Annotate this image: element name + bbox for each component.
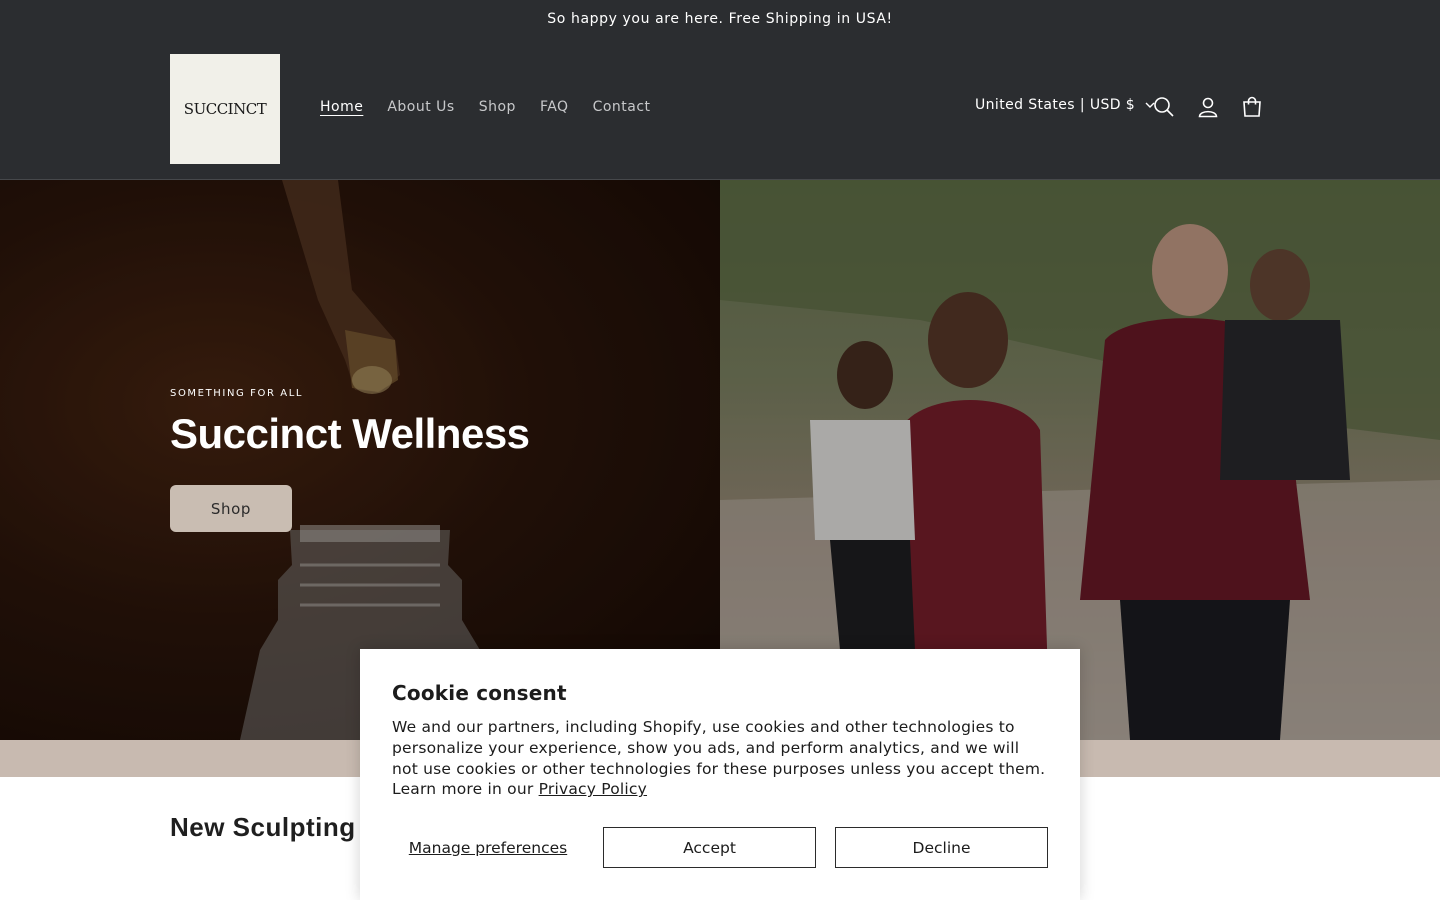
hero-eyebrow: SOMETHING FOR ALL xyxy=(170,388,304,399)
nav-contact[interactable]: Contact xyxy=(581,95,663,119)
cookie-consent-dialog: Cookie consent We and our partners, incl… xyxy=(360,649,1080,900)
account-button[interactable] xyxy=(1188,89,1228,129)
cookie-body-text: We and our partners, including Shopify, … xyxy=(392,718,1046,799)
hero-title: Succinct Wellness xyxy=(170,410,530,457)
nav-about-us[interactable]: About Us xyxy=(375,95,466,119)
site-logo[interactable]: SUCCINCT xyxy=(170,54,280,164)
cart-button[interactable] xyxy=(1232,89,1272,129)
cookie-body: We and our partners, including Shopify, … xyxy=(392,717,1048,800)
nav-home[interactable]: Home xyxy=(308,95,375,119)
decline-button[interactable]: Decline xyxy=(835,827,1048,868)
account-icon xyxy=(1197,96,1219,122)
manage-preferences-button[interactable]: Manage preferences xyxy=(392,827,584,868)
announcement-bar: So happy you are here. Free Shipping in … xyxy=(0,0,1440,37)
cookie-actions: Manage preferences Accept Decline xyxy=(392,827,1048,868)
main-nav: Home About Us Shop FAQ Contact xyxy=(308,95,663,119)
nav-shop[interactable]: Shop xyxy=(467,95,528,119)
logo-text: SUCCINCT xyxy=(183,100,267,118)
privacy-policy-link[interactable]: Privacy Policy xyxy=(539,780,647,798)
cart-icon xyxy=(1241,96,1263,122)
locale-label: United States | USD $ xyxy=(975,97,1136,113)
hero-shop-button[interactable]: Shop xyxy=(170,485,292,532)
site-header: SUCCINCT Home About Us Shop FAQ Contact … xyxy=(0,37,1440,180)
search-button[interactable] xyxy=(1144,89,1184,129)
country-currency-selector[interactable]: United States | USD $ xyxy=(975,97,1155,113)
announcement-text: So happy you are here. Free Shipping in … xyxy=(547,10,893,27)
nav-faq[interactable]: FAQ xyxy=(528,95,581,119)
search-icon xyxy=(1153,96,1175,122)
section-title: New Sculpting T xyxy=(170,812,380,842)
cookie-title: Cookie consent xyxy=(392,681,567,705)
accept-button[interactable]: Accept xyxy=(603,827,816,868)
